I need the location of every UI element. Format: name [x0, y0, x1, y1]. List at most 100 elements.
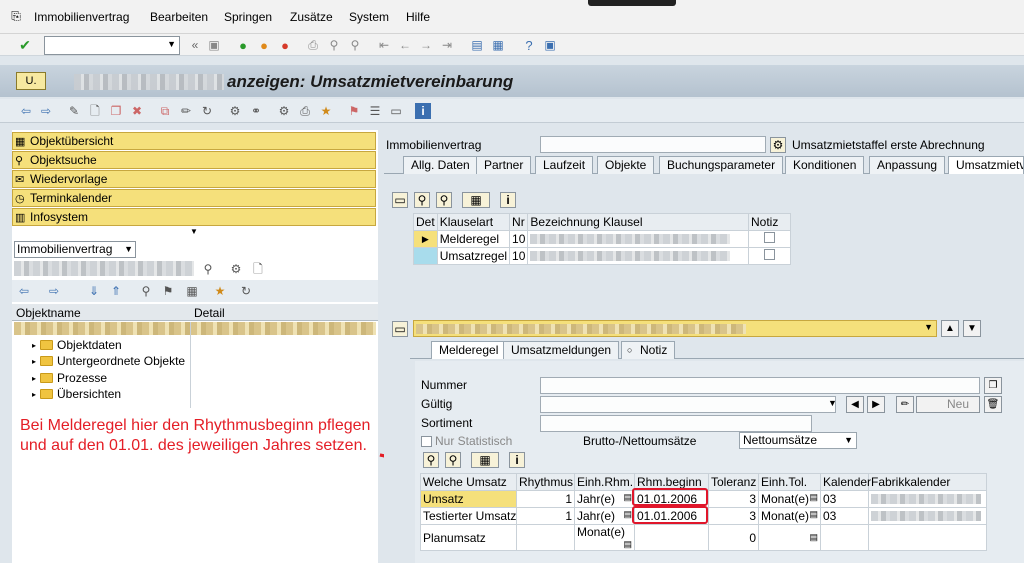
previous-clause-button[interactable]: ▲ — [941, 320, 959, 337]
label-brutto: Brutto-/Nettoumsätze — [583, 434, 697, 448]
cell-rhythmus[interactable]: 1 — [516, 507, 575, 525]
cell-einh-tol[interactable]: Monat(e) ▤ — [758, 507, 821, 525]
info-icon[interactable]: i — [509, 452, 525, 468]
row-selector-icon[interactable]: ▶ — [413, 230, 438, 248]
previous-button[interactable]: ◀ — [846, 396, 864, 413]
cell-rhm-beginn[interactable] — [634, 524, 709, 551]
tab-objekte[interactable]: Objekte — [597, 156, 655, 174]
cell-nr: 10 — [509, 247, 529, 265]
note-icon: ○ — [627, 345, 633, 355]
cell-bezeichnung — [527, 247, 749, 265]
col-notiz: Notiz — [748, 213, 791, 231]
cell-rhythmus[interactable]: 1 — [516, 490, 575, 508]
cell-einh-tol[interactable]: Monat(e) ▤ — [758, 490, 821, 508]
cell-bezeichnung — [527, 230, 749, 248]
tab-konditionen[interactable]: Konditionen — [785, 156, 865, 174]
notiz-checkbox[interactable] — [748, 230, 791, 248]
find-next-icon[interactable]: ⚲ — [436, 192, 452, 208]
binoculars-icon[interactable]: ⚲ — [423, 452, 439, 468]
cell-klauselart: Melderegel — [436, 230, 511, 248]
binoculars-icon[interactable]: ⚲ — [414, 192, 430, 208]
contract-number-field[interactable] — [540, 136, 766, 153]
cell-klauselart: Umsatzregel — [436, 247, 511, 265]
layout-icon[interactable]: ▦ — [471, 452, 499, 468]
subtab-umsatzmeldungen[interactable]: Umsatzmeldungen — [503, 341, 620, 359]
highlight-box-row1 — [632, 488, 708, 506]
checkbox — [421, 435, 432, 447]
col-welche-umsatz: Welche Umsatz — [420, 473, 517, 491]
row-selector[interactable] — [413, 247, 438, 265]
cell-toleranz[interactable]: 0 — [708, 524, 759, 551]
cell-nr: 10 — [509, 230, 529, 248]
contract-label: Immobilienvertrag — [386, 138, 482, 152]
cell-toleranz[interactable]: 3 — [708, 490, 759, 508]
cell-welche: Planumsatz — [420, 524, 517, 551]
nur-statistisch-checkbox[interactable]: Nur Statistisch — [421, 434, 512, 448]
cell-rhythmus[interactable] — [516, 524, 575, 551]
label-gueltig: Gültig — [421, 397, 453, 411]
detail-icon[interactable]: ▭ — [392, 192, 408, 208]
notiz-checkbox[interactable] — [748, 247, 791, 265]
tab-laufzeit[interactable]: Laufzeit — [535, 156, 594, 174]
cell-welche: Testierter Umsatz — [420, 507, 517, 525]
col-toleranz: Toleranz — [708, 473, 759, 491]
subtab-notiz[interactable]: ○ Notiz — [621, 341, 676, 359]
neu-button[interactable]: Neu — [916, 396, 980, 413]
gueltig-field[interactable] — [540, 396, 836, 413]
cell-kalender[interactable]: 03 — [820, 490, 869, 508]
col-det: Det — [413, 213, 438, 231]
subtab-melderegel[interactable]: Melderegel — [431, 341, 507, 359]
chevron-down-icon[interactable]: ▼ — [828, 398, 837, 408]
copy-icon[interactable]: ❐ — [984, 377, 1002, 394]
col-einh-rhm: Einh.Rhm. — [574, 473, 635, 491]
f4-help-icon: ▤ — [809, 509, 818, 519]
cell-welche: Umsatz — [420, 490, 517, 508]
tab-partner[interactable]: Partner — [476, 156, 532, 174]
detail-icon[interactable]: ▭ — [392, 321, 408, 337]
edit-pencil-icon[interactable]: ✏ — [896, 396, 914, 413]
next-clause-button[interactable]: ▼ — [963, 320, 981, 337]
col-bezeichnung: Bezeichnung Klausel — [527, 213, 749, 231]
label-sortiment: Sortiment — [421, 416, 473, 430]
col-einh-tol: Einh.Tol. — [758, 473, 821, 491]
highlight-box-row2 — [632, 506, 708, 524]
info-icon[interactable]: i — [500, 192, 516, 208]
col-klauselart: Klauselart — [436, 213, 511, 231]
chevron-down-icon: ▼ — [924, 322, 933, 332]
table-row[interactable]: ▶ Melderegel 10 — [413, 230, 791, 248]
delete-icon[interactable]: 🗑 — [984, 396, 1002, 413]
brutto-select[interactable]: Nettoumsätze ▼ — [739, 432, 857, 449]
change-icon[interactable]: ⚙ — [770, 137, 786, 153]
col-fabrikkalender: Fabrikkalender — [868, 473, 987, 491]
find-next-icon[interactable]: ⚲ — [445, 452, 461, 468]
layout-icon[interactable]: ▦ — [462, 192, 490, 208]
tab-anpassung[interactable]: Anpassung — [869, 156, 946, 174]
tab-buchungsparameter[interactable]: Buchungsparameter — [659, 156, 784, 174]
table-row[interactable]: Umsatzregel 10 — [413, 247, 791, 265]
cell-kalender[interactable] — [820, 524, 869, 551]
chevron-down-icon: ▼ — [844, 435, 853, 445]
col-kalender: Kalender — [820, 473, 871, 491]
next-button[interactable]: ▶ — [867, 396, 885, 413]
nummer-field[interactable] — [540, 377, 980, 394]
cell-einh-rhm[interactable]: Monat(e) ▤ — [574, 524, 635, 551]
cell-einh-rhm[interactable]: Jahr(e) ▤ — [574, 490, 635, 508]
clause-select[interactable]: ▼ — [413, 320, 937, 337]
f4-help-icon: ▤ — [623, 539, 632, 549]
tab-allg-daten[interactable]: Allg. Daten — [403, 156, 478, 174]
cell-fabrikkalender[interactable] — [868, 490, 987, 508]
f4-help-icon: ▤ — [623, 492, 632, 502]
tab-umsatzmiete[interactable]: Umsatzmietv — [948, 156, 1024, 174]
label-nummer: Nummer — [421, 378, 468, 392]
f4-help-icon: ▤ — [623, 509, 632, 519]
cell-fabrikkalender[interactable] — [868, 507, 987, 525]
col-rhythmus: Rhythmus — [516, 473, 575, 491]
cell-einh-rhm[interactable]: Jahr(e) ▤ — [574, 507, 635, 525]
table-row[interactable]: Planumsatz Monat(e) ▤ 0 ▤ — [420, 524, 987, 551]
cell-fabrikkalender[interactable] — [868, 524, 987, 551]
cell-einh-tol[interactable]: ▤ — [758, 524, 821, 551]
cell-toleranz[interactable]: 3 — [708, 507, 759, 525]
cell-kalender[interactable]: 03 — [820, 507, 869, 525]
sortiment-field[interactable] — [540, 415, 812, 432]
clause-table: Det Klauselart Nr Bezeichnung Klausel No… — [413, 213, 791, 265]
